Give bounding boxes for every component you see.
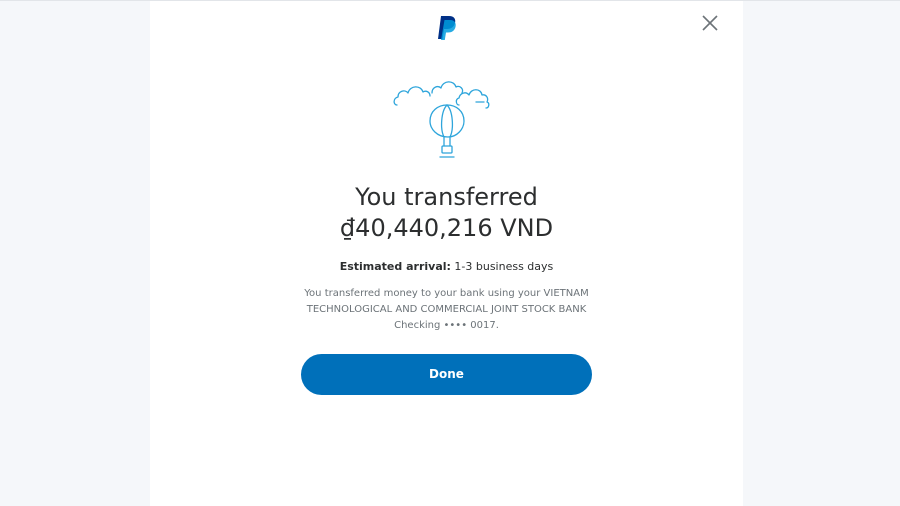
transfer-confirmation-dialog: You transferred ₫40,440,216 VND Estimate… [150, 1, 743, 506]
hot-air-balloon-with-clouds-icon [393, 81, 490, 158]
page-title: You transferred [355, 183, 538, 211]
transfer-amount: ₫40,440,216 VND [339, 214, 554, 242]
transfer-description: You transferred money to your bank using… [304, 288, 589, 331]
estimated-arrival: Estimated arrival: 1-3 business days [150, 259, 743, 275]
estimated-arrival-value: 1-3 business days [454, 260, 554, 273]
done-button[interactable]: Done [301, 354, 592, 395]
paypal-logo-icon [438, 16, 456, 40]
estimated-arrival-label: Estimated arrival: [339, 260, 451, 273]
close-icon[interactable] [701, 14, 719, 32]
